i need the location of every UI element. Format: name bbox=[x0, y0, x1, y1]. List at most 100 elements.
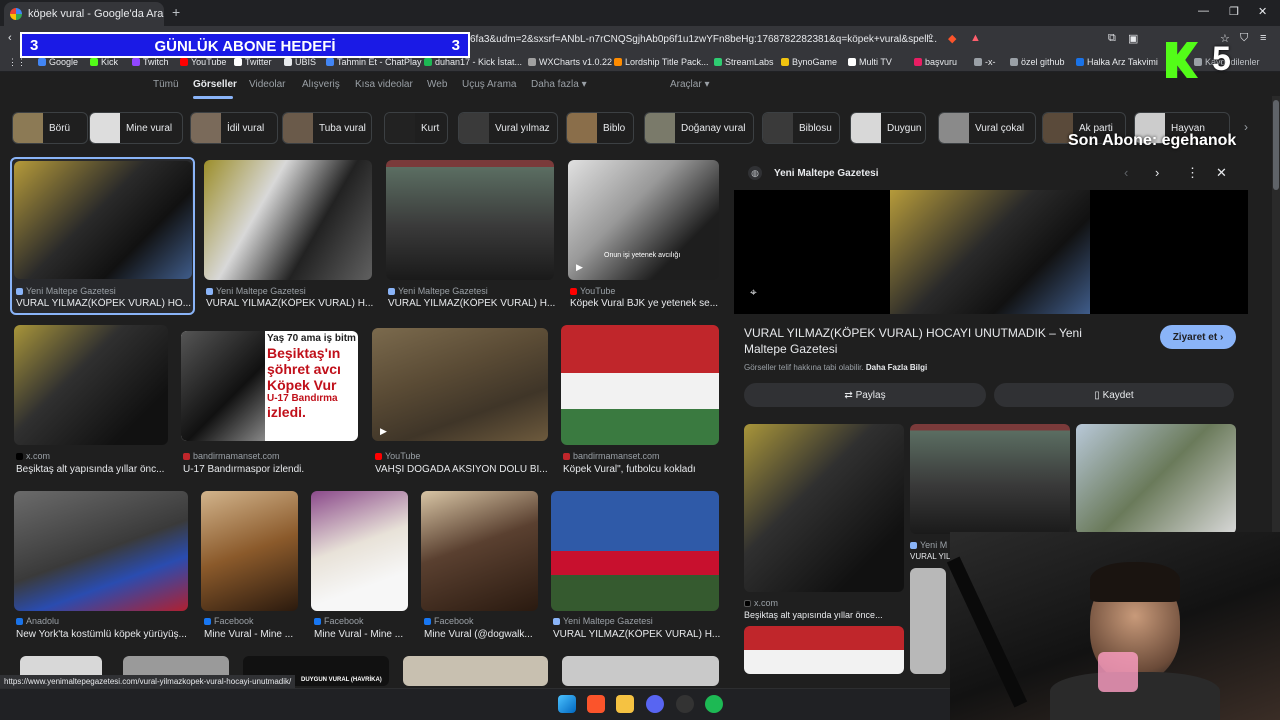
maximize-icon[interactable]: ❐ bbox=[1229, 5, 1239, 18]
related-search-chip[interactable]: Vural çokal bbox=[938, 112, 1036, 144]
bookmark-item[interactable]: duhan17 - Kick İstat... bbox=[424, 57, 522, 67]
bookmark-item[interactable]: özel github bbox=[1010, 57, 1065, 67]
related-search-chip[interactable]: Duygun bbox=[850, 112, 926, 144]
result-source[interactable]: bandirmamanset.com bbox=[563, 451, 660, 461]
result-caption[interactable]: Mine Vural - Mine ... bbox=[204, 629, 293, 640]
search-tab[interactable]: Tümü bbox=[153, 79, 179, 90]
search-tab[interactable]: Videolar bbox=[249, 79, 286, 90]
bookmark-item[interactable]: Multi TV bbox=[848, 57, 892, 67]
bookmark-item[interactable]: BynoGame bbox=[781, 57, 837, 67]
related-search-chip[interactable]: Doğanay vural bbox=[644, 112, 754, 144]
search-tab[interactable]: Alışveriş bbox=[302, 79, 340, 90]
bookmark-item[interactable]: -x- bbox=[974, 57, 996, 67]
apps-icon[interactable]: ⋮⋮ bbox=[8, 57, 26, 68]
result-source[interactable]: Yeni Maltepe Gazetesi bbox=[16, 286, 116, 296]
extensions-icon[interactable]: ⧉ bbox=[1108, 32, 1116, 45]
result-caption[interactable]: VURAL YILMAZ(KÖPEK VURAL) HO... bbox=[16, 298, 191, 309]
search-tab[interactable]: Kısa videolar bbox=[355, 79, 413, 90]
next-icon[interactable]: › bbox=[1155, 165, 1159, 180]
related-image-5[interactable] bbox=[910, 568, 946, 674]
search-tab[interactable]: Uçuş Arama bbox=[462, 79, 516, 90]
panel-site-name[interactable]: Yeni Maltepe Gazetesi bbox=[774, 168, 879, 179]
prev-icon[interactable]: ‹ bbox=[1124, 165, 1128, 180]
related-search-chip[interactable]: Biblo bbox=[566, 112, 634, 144]
bookmark-item[interactable]: StreamLabs bbox=[714, 57, 774, 67]
bookmark-item[interactable]: YouTube bbox=[180, 57, 226, 67]
file-explorer-icon[interactable] bbox=[616, 695, 634, 713]
save-button[interactable]: ▯ Kaydet bbox=[994, 383, 1234, 407]
result-caption[interactable]: VURAL YILMAZ(KÖPEK VURAL) H... bbox=[553, 629, 720, 640]
related-caption[interactable]: Beşiktaş alt yapısında yıllar önce... bbox=[744, 610, 883, 620]
result-image-4[interactable]: Onun işi yetenek avcılığı ▶ bbox=[568, 160, 719, 280]
result-caption[interactable]: New York'ta kostümlü köpek yürüyüş... bbox=[16, 629, 187, 640]
sidebar-icon[interactable]: ▣ bbox=[1128, 32, 1138, 45]
scrollbar-thumb[interactable] bbox=[1273, 100, 1279, 190]
result-image-17[interactable] bbox=[403, 656, 548, 686]
result-source[interactable]: Yeni Maltepe Gazetesi bbox=[553, 616, 653, 626]
related-search-chip[interactable]: Biblosu bbox=[762, 112, 840, 144]
related-search-chip[interactable]: Vural yılmaz bbox=[458, 112, 558, 144]
result-image-10[interactable] bbox=[201, 491, 298, 611]
result-image-13[interactable] bbox=[551, 491, 719, 611]
visit-button[interactable]: Ziyaret et › bbox=[1160, 325, 1236, 349]
related-search-chip[interactable]: Mine vural bbox=[89, 112, 183, 144]
result-source[interactable]: Yeni Maltepe Gazetesi bbox=[388, 286, 488, 296]
obs-icon[interactable] bbox=[676, 695, 694, 713]
wallet-icon[interactable]: ⛉ bbox=[1240, 32, 1248, 45]
chips-next-icon[interactable]: › bbox=[1244, 120, 1248, 134]
new-tab-icon[interactable]: + bbox=[172, 4, 180, 20]
result-caption[interactable]: Mine Vural - Mine ... bbox=[314, 629, 403, 640]
result-source[interactable]: YouTube bbox=[375, 451, 420, 461]
more-options-icon[interactable]: ⋮ bbox=[1186, 165, 1199, 181]
lens-search-icon[interactable]: ⌖ bbox=[750, 285, 757, 300]
result-source[interactable]: bandirmamanset.com bbox=[183, 451, 280, 461]
address-bar[interactable]: 6fa3&udm=2&sxsrf=ANbL-n7rCNQSgjhAb0p6f1u… bbox=[470, 30, 940, 50]
menu-icon[interactable]: ≡ bbox=[1260, 32, 1266, 44]
share-button[interactable]: ⇄ Paylaş bbox=[744, 383, 986, 407]
result-caption[interactable]: Köpek Vural BJK ye yetenek se... bbox=[570, 298, 718, 309]
close-window-icon[interactable]: ✕ bbox=[1258, 5, 1267, 18]
result-image-11[interactable] bbox=[311, 491, 408, 611]
result-source[interactable]: Facebook bbox=[204, 616, 254, 626]
related-search-chip[interactable]: İdil vural bbox=[190, 112, 278, 144]
spotify-icon[interactable] bbox=[705, 695, 723, 713]
windows-start-icon[interactable] bbox=[558, 695, 576, 713]
bookmark-item[interactable]: Lordship Title Pack... bbox=[614, 57, 709, 67]
search-tab[interactable]: Web bbox=[427, 79, 447, 90]
result-image-7[interactable]: ▶ bbox=[372, 328, 548, 441]
result-caption[interactable]: Mine Vural (@dogwalk... bbox=[424, 629, 533, 640]
result-source[interactable]: Yeni Maltepe Gazetesi bbox=[206, 286, 306, 296]
bookmark-item[interactable]: UBIS bbox=[284, 57, 316, 67]
result-image-1[interactable] bbox=[14, 161, 192, 279]
preview-image[interactable] bbox=[890, 190, 1090, 314]
related-image-2[interactable] bbox=[910, 424, 1070, 534]
share-page-icon[interactable]: ⇪ bbox=[926, 32, 935, 45]
search-tab[interactable]: Görseller bbox=[193, 79, 237, 90]
result-caption[interactable]: VAHŞİ DOĞADA AKSİYON DOLU Bİ... bbox=[375, 464, 548, 475]
panel-title[interactable]: VURAL YILMAZ(KÖPEK VURAL) HOCAYI UNUTMAD… bbox=[744, 325, 1124, 357]
bookmark-item[interactable]: başvuru bbox=[914, 57, 957, 67]
result-caption[interactable]: VURAL YILMAZ(KÖPEK VURAL) H... bbox=[206, 298, 373, 309]
bookmark-item[interactable]: Twitter bbox=[234, 57, 272, 67]
related-image-1[interactable] bbox=[744, 424, 904, 592]
tools-button[interactable]: Araçlar ▾ bbox=[670, 79, 709, 90]
result-image-9[interactable] bbox=[14, 491, 188, 611]
related-caption-2[interactable]: VURAL YIL bbox=[910, 552, 950, 561]
result-caption[interactable]: Beşiktaş alt yapısında yıllar önc... bbox=[16, 464, 164, 475]
minimize-icon[interactable]: — bbox=[1198, 5, 1209, 17]
result-image-3[interactable] bbox=[386, 160, 554, 280]
bookmark-item[interactable]: Tahmin Et - ChatPlay bbox=[326, 57, 422, 67]
related-search-chip[interactable]: Kurt bbox=[384, 112, 448, 144]
related-image-3[interactable] bbox=[1076, 424, 1236, 534]
result-source[interactable]: Anadolu bbox=[16, 616, 59, 626]
result-image-18[interactable] bbox=[562, 656, 719, 686]
result-image-2[interactable] bbox=[204, 160, 372, 280]
bookmark-item[interactable]: Halka Arz Takvimi bbox=[1076, 57, 1158, 67]
bookmark-item[interactable]: Google bbox=[38, 57, 78, 67]
close-panel-icon[interactable]: ✕ bbox=[1216, 165, 1227, 181]
result-image-8[interactable] bbox=[561, 325, 719, 445]
result-image-12[interactable] bbox=[421, 491, 538, 611]
search-tab[interactable]: Daha fazla ▾ bbox=[531, 79, 587, 90]
result-source[interactable]: Facebook bbox=[314, 616, 364, 626]
result-image-6[interactable]: Yaş 70 ama iş bitm Beşiktaş'ın şöhret av… bbox=[181, 331, 358, 441]
